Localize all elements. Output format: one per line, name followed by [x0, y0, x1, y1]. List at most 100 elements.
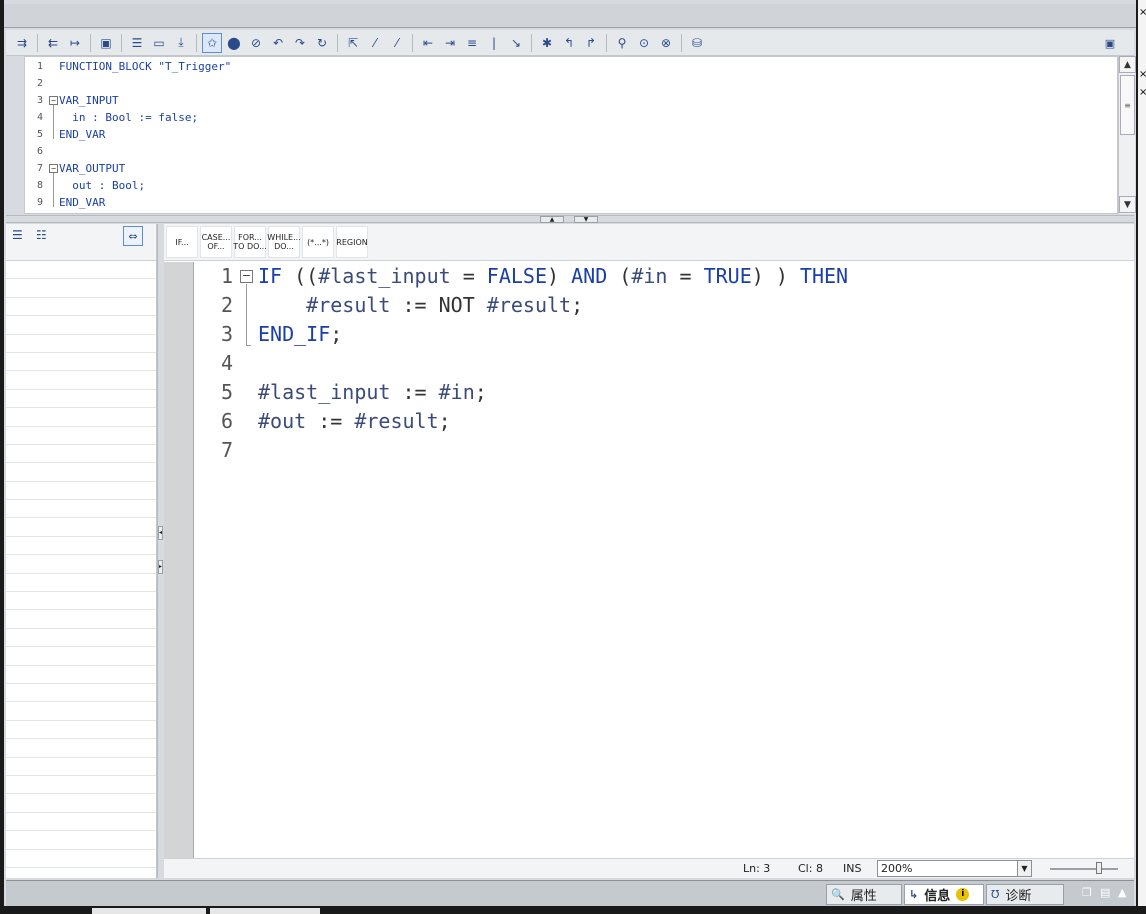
watch-off-icon[interactable]: ⊗: [656, 33, 676, 53]
code-line-number: 5: [220, 380, 233, 404]
structure-row: [6, 537, 156, 556]
code-operator: ;: [438, 409, 451, 433]
snippet-button[interactable]: REGION: [336, 226, 368, 258]
scroll-up-button[interactable]: ▲: [1119, 56, 1136, 73]
tab-diagnostics[interactable]: Ʊ 诊断: [986, 884, 1064, 905]
zoom-slider-thumb[interactable]: [1096, 862, 1102, 874]
align-icon[interactable]: ≡: [462, 33, 482, 53]
indent-left-icon[interactable]: ⇤: [418, 33, 438, 53]
step-out-icon[interactable]: ⇱: [343, 33, 363, 53]
interface-line-text: out : Bool;: [59, 179, 146, 192]
step-icon[interactable]: ↷: [290, 33, 310, 53]
code-line-number: 4: [220, 351, 233, 375]
splitter-up-handle[interactable]: ▲: [540, 216, 564, 223]
structure-row: [6, 427, 156, 445]
uncomment-icon[interactable]: ⁄: [387, 33, 407, 53]
expand-all-icon[interactable]: ☰: [12, 228, 23, 242]
interface-line: 6: [25, 143, 1115, 160]
zoom-value: 200%: [881, 862, 913, 875]
tab-info[interactable]: ↳ 信息 i: [904, 884, 984, 905]
star-icon[interactable]: ✱: [537, 33, 557, 53]
snippet-button[interactable]: IF...: [166, 226, 198, 258]
zoom-select[interactable]: 200% ▼: [877, 860, 1032, 877]
code-gutter: [164, 262, 194, 858]
snippet-button[interactable]: FOR... TO DO...: [233, 226, 267, 258]
snippet-button[interactable]: WHILE... DO...: [267, 226, 301, 258]
instruction-snippet-bar: IF... CASE... OF... FOR... TO DO... WHILE..…: [164, 224, 1134, 261]
goto-icon[interactable]: ↘: [506, 33, 526, 53]
structure-row: [6, 279, 156, 298]
close-icon[interactable]: ×: [1139, 70, 1146, 80]
fold-toggle-icon[interactable]: −: [49, 96, 58, 105]
line-icon[interactable]: |: [484, 33, 504, 53]
code-operator: ;: [571, 293, 584, 317]
chevron-up-icon[interactable]: ▲: [1118, 886, 1126, 899]
restore-icon[interactable]: ❐: [1082, 886, 1092, 899]
close-icon[interactable]: ×: [1139, 88, 1146, 98]
editor-status-bar: Ln: 3 Cl: 8 INS 200% ▼: [164, 858, 1134, 878]
breakpoint-icon[interactable]: ⬤: [224, 33, 244, 53]
expand-left-handle[interactable]: ▸: [158, 560, 163, 574]
download-icon[interactable]: ⤓: [171, 33, 191, 53]
fold-toggle-icon[interactable]: −: [240, 270, 253, 283]
structure-row: [6, 610, 156, 629]
structure-row: [6, 831, 156, 850]
list-icon[interactable]: ☰: [127, 33, 147, 53]
bookmark-icon[interactable]: ✩: [202, 32, 222, 53]
task-segment: [92, 908, 206, 914]
watch-on-icon[interactable]: ⊙: [634, 33, 654, 53]
code-text-area[interactable]: 1 IF ((#last_input = FALSE) AND (#in = TR…: [195, 262, 1134, 858]
interface-line: 1 FUNCTION_BLOCK "T_Trigger": [25, 58, 1115, 75]
step-over-icon[interactable]: ↻: [312, 33, 332, 53]
comment-icon[interactable]: ⁄: [365, 33, 385, 53]
breakpoint-remove-icon[interactable]: ⊘: [246, 33, 266, 53]
snippet-button[interactable]: (*...*): [302, 226, 334, 258]
compare-icon[interactable]: ⛁: [687, 33, 707, 53]
toolbar-separator: [37, 33, 38, 52]
code-keyword: END_IF: [258, 322, 331, 346]
interface-scrollbar[interactable]: ▲ ≡ ▼: [1118, 56, 1136, 214]
zoom-slider-track[interactable]: [1050, 868, 1118, 870]
block-interface-panel[interactable]: 1 FUNCTION_BLOCK "T_Trigger" 2 3− VAR_INPUT 4…: [24, 56, 1118, 214]
snippet-button[interactable]: CASE... OF...: [200, 226, 232, 258]
task-bar-strip: [0, 906, 1146, 914]
structure-row: [6, 850, 156, 868]
block-icon[interactable]: ▣: [96, 33, 116, 53]
panel-layout-icon[interactable]: ▣: [1100, 33, 1120, 53]
code-keyword: IF: [258, 264, 283, 288]
code-variable: #in: [631, 264, 668, 288]
jump-icon[interactable]: ↶: [268, 33, 288, 53]
indent-increase-icon[interactable]: ⇉: [12, 33, 32, 53]
structure-row: [6, 684, 156, 703]
call-icon[interactable]: ↦: [65, 33, 85, 53]
scroll-down-button[interactable]: ▼: [1119, 196, 1136, 213]
close-icon[interactable]: ×: [1139, 8, 1146, 18]
code-operator: ) ): [751, 264, 800, 288]
interface-line: 3− VAR_INPUT: [25, 92, 1115, 109]
horizontal-splitter[interactable]: ▲ ▼: [6, 215, 1134, 223]
indent-decrease-icon[interactable]: ⇇: [43, 33, 63, 53]
tab-properties[interactable]: 🔍 属性: [826, 884, 902, 905]
watch-icon[interactable]: ⚲: [612, 33, 632, 53]
code-keyword: THEN: [799, 264, 849, 288]
prev-icon[interactable]: ↰: [559, 33, 579, 53]
code-variable: #last_input: [318, 264, 451, 288]
collapse-left-handle[interactable]: ◂: [158, 526, 163, 540]
minimize-icon[interactable]: ▤: [1100, 886, 1110, 899]
scroll-thumb[interactable]: ≡: [1120, 75, 1135, 135]
insert-mode-indicator: INS: [843, 862, 862, 875]
splitter-down-handle[interactable]: ▼: [574, 216, 598, 223]
ide-window: × × × ⇉ ⇇ ↦ ▣ ☰ ▭ ⤓ ✩ ⬤ ⊘ ↶ ↷ ↻ ⇱ ⁄ ⁄ ⇤ ⇥ ≡ | ↘ ✱ ↰ ↱ ⚲ ⊙ ⊗ ⛁ ▣ 1 FUN…: [0, 0, 1146, 914]
interface-line: 7− VAR_OUTPUT: [25, 160, 1115, 177]
structure-row: [6, 463, 156, 482]
chevron-down-icon[interactable]: ▼: [1017, 861, 1031, 876]
monitor-icon[interactable]: ▭: [149, 33, 169, 53]
line-number: 5: [37, 129, 44, 140]
indent-right-icon[interactable]: ⇥: [440, 33, 460, 53]
structure-row: [6, 574, 156, 593]
fold-toggle-icon[interactable]: −: [49, 164, 58, 173]
list-view-icon[interactable]: ☷: [36, 228, 47, 242]
sync-toggle-button[interactable]: ⇔: [123, 226, 143, 246]
next-icon[interactable]: ↱: [581, 33, 601, 53]
vertical-splitter[interactable]: ◂ ▸: [157, 224, 163, 878]
